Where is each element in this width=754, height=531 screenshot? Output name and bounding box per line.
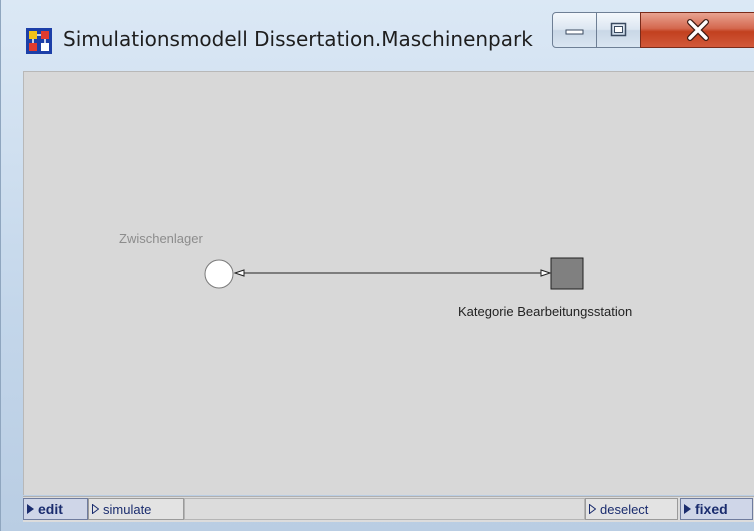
triangle-outline-icon [92, 502, 100, 517]
app-model-icon [26, 28, 52, 54]
simulate-label: simulate [103, 501, 152, 517]
title-bar[interactable]: Simulationsmodell Dissertation.Maschinen… [1, 0, 754, 70]
edit-label: edit [38, 501, 63, 517]
triangle-outline-icon [589, 502, 597, 517]
fixed-label: fixed [695, 501, 728, 517]
node-bearbeitungsstation[interactable] [550, 257, 584, 290]
close-icon [686, 19, 709, 41]
play-triangle-icon [27, 501, 34, 517]
edge-end-arrow [540, 269, 552, 277]
minimize-button[interactable] [552, 12, 597, 48]
status-message-area [184, 498, 585, 520]
model-canvas[interactable]: Zwischenlager Kategorie Bearbeitungsstat… [23, 71, 754, 495]
close-button[interactable] [640, 12, 754, 48]
deselect-button[interactable]: deselect [585, 498, 678, 520]
simulate-mode-button[interactable]: simulate [88, 498, 184, 520]
application-window: Simulationsmodell Dissertation.Maschinen… [0, 0, 754, 531]
node-zwischenlager[interactable] [204, 259, 234, 289]
minimize-icon [565, 29, 583, 35]
edge-start-arrow [233, 269, 245, 277]
diagram [204, 257, 584, 290]
mode-statusbar: edit simulate deselect fixed [23, 496, 754, 522]
deselect-label: deselect [600, 501, 649, 517]
window-title: Simulationsmodell Dissertation.Maschinen… [63, 27, 533, 51]
maximize-button[interactable] [596, 12, 641, 48]
maximize-icon [610, 22, 626, 37]
node-label-bearbeitungsstation: Kategorie Bearbeitungsstation [458, 304, 633, 319]
node-label-zwischenlager: Zwischenlager [119, 231, 203, 246]
edit-mode-button[interactable]: edit [23, 498, 88, 520]
play-triangle-icon [684, 501, 691, 517]
fixed-toggle-button[interactable]: fixed [680, 498, 753, 520]
